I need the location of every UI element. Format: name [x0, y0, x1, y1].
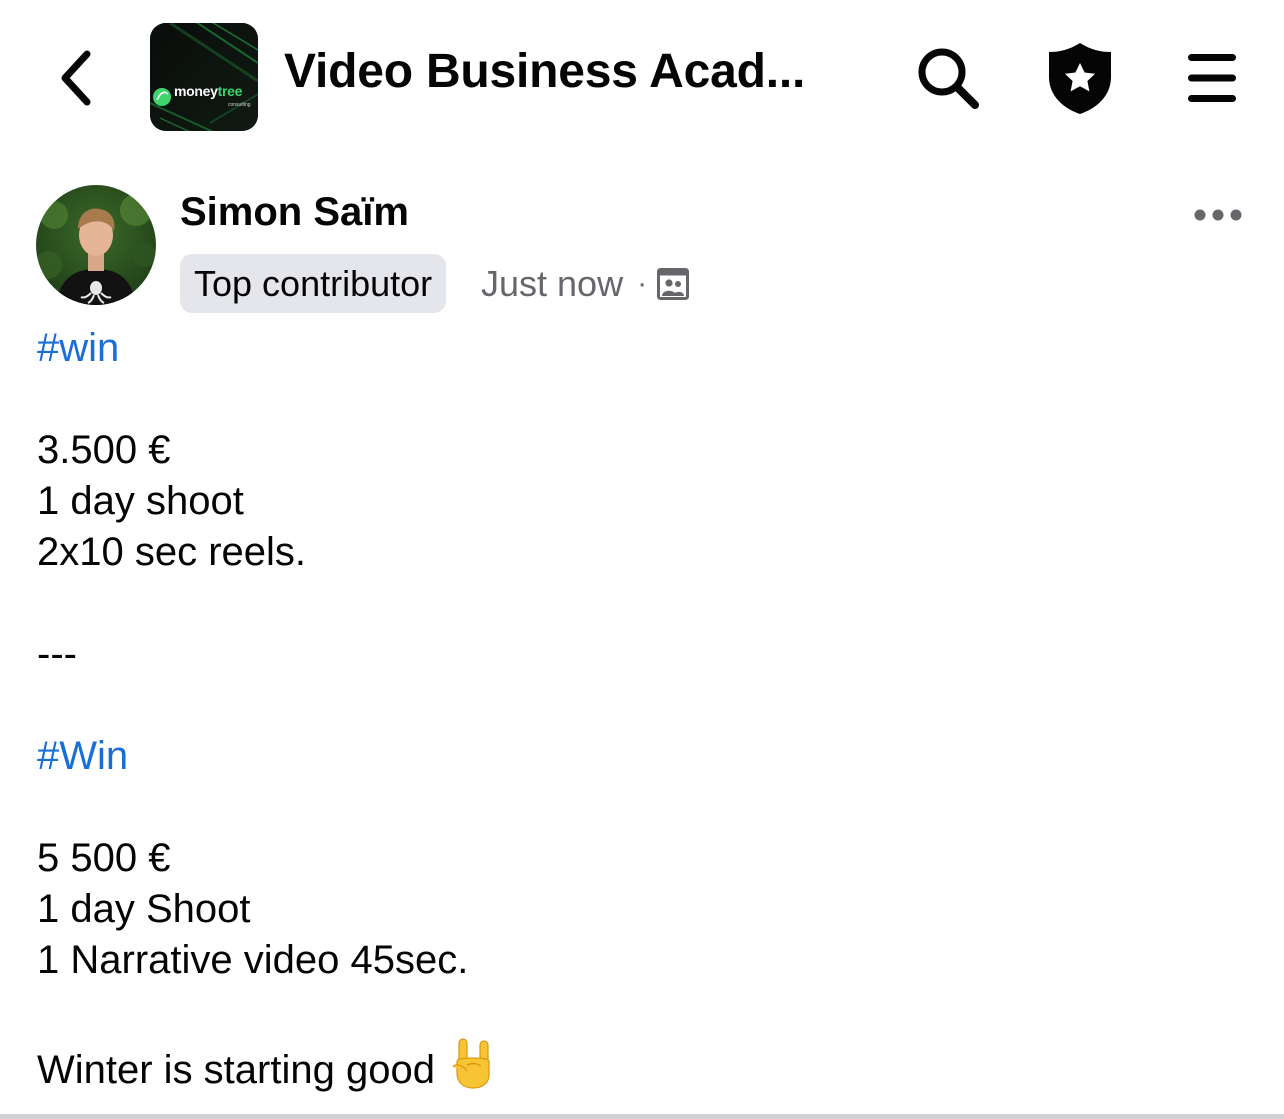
post-text-divider: --- [37, 632, 77, 676]
author-name[interactable]: Simon Saïm [180, 190, 409, 235]
post-text-line: 1 day Shoot [37, 887, 251, 931]
group-logo[interactable]: moneytree consulting [150, 23, 258, 131]
chevron-left-icon [61, 50, 91, 106]
post-text-line: 2x10 sec reels. [37, 530, 307, 574]
group-header: moneytree consulting Video Business Acad… [0, 0, 1284, 155]
hashtag-link[interactable]: #Win [37, 734, 128, 778]
logo-subtitle: consulting [228, 102, 251, 108]
group-members-icon [657, 268, 690, 300]
menu-icon [1188, 54, 1236, 102]
post-bottom-divider [0, 1114, 1284, 1119]
post-body: #win 3.500 € 1 day shoot 2x10 sec reels.… [37, 323, 1257, 1092]
post-timestamp[interactable]: Just now [481, 263, 623, 305]
hashtag-link[interactable]: #win [37, 326, 119, 370]
post-text-line: 3.500 € [37, 428, 171, 472]
post-text-line: 1 day shoot [37, 479, 244, 523]
menu-button[interactable] [1172, 36, 1252, 120]
top-contributor-badge: Top contributor [180, 254, 447, 313]
meta-separator: · [637, 267, 648, 300]
post-text-line: 5 500 € [37, 836, 171, 880]
author-avatar[interactable] [36, 185, 156, 305]
post-meta: Just now · [481, 262, 690, 306]
post-text-line: 1 Narrative video 45sec. [37, 938, 469, 982]
search-icon [918, 48, 979, 109]
more-horizontal-icon [1194, 209, 1242, 221]
logo-wordmark: moneytree [174, 83, 243, 99]
back-button[interactable] [40, 40, 110, 116]
search-button[interactable] [908, 36, 988, 120]
admin-tools-button[interactable] [1040, 36, 1120, 120]
group-title[interactable]: Video Business Acad... [284, 44, 805, 99]
post-more-button[interactable] [1186, 195, 1250, 235]
admin-shield-star-icon [1049, 43, 1111, 114]
post-text-line: Winter is starting good [37, 1048, 435, 1092]
rock-on-hand-emoji [452, 1038, 490, 1089]
